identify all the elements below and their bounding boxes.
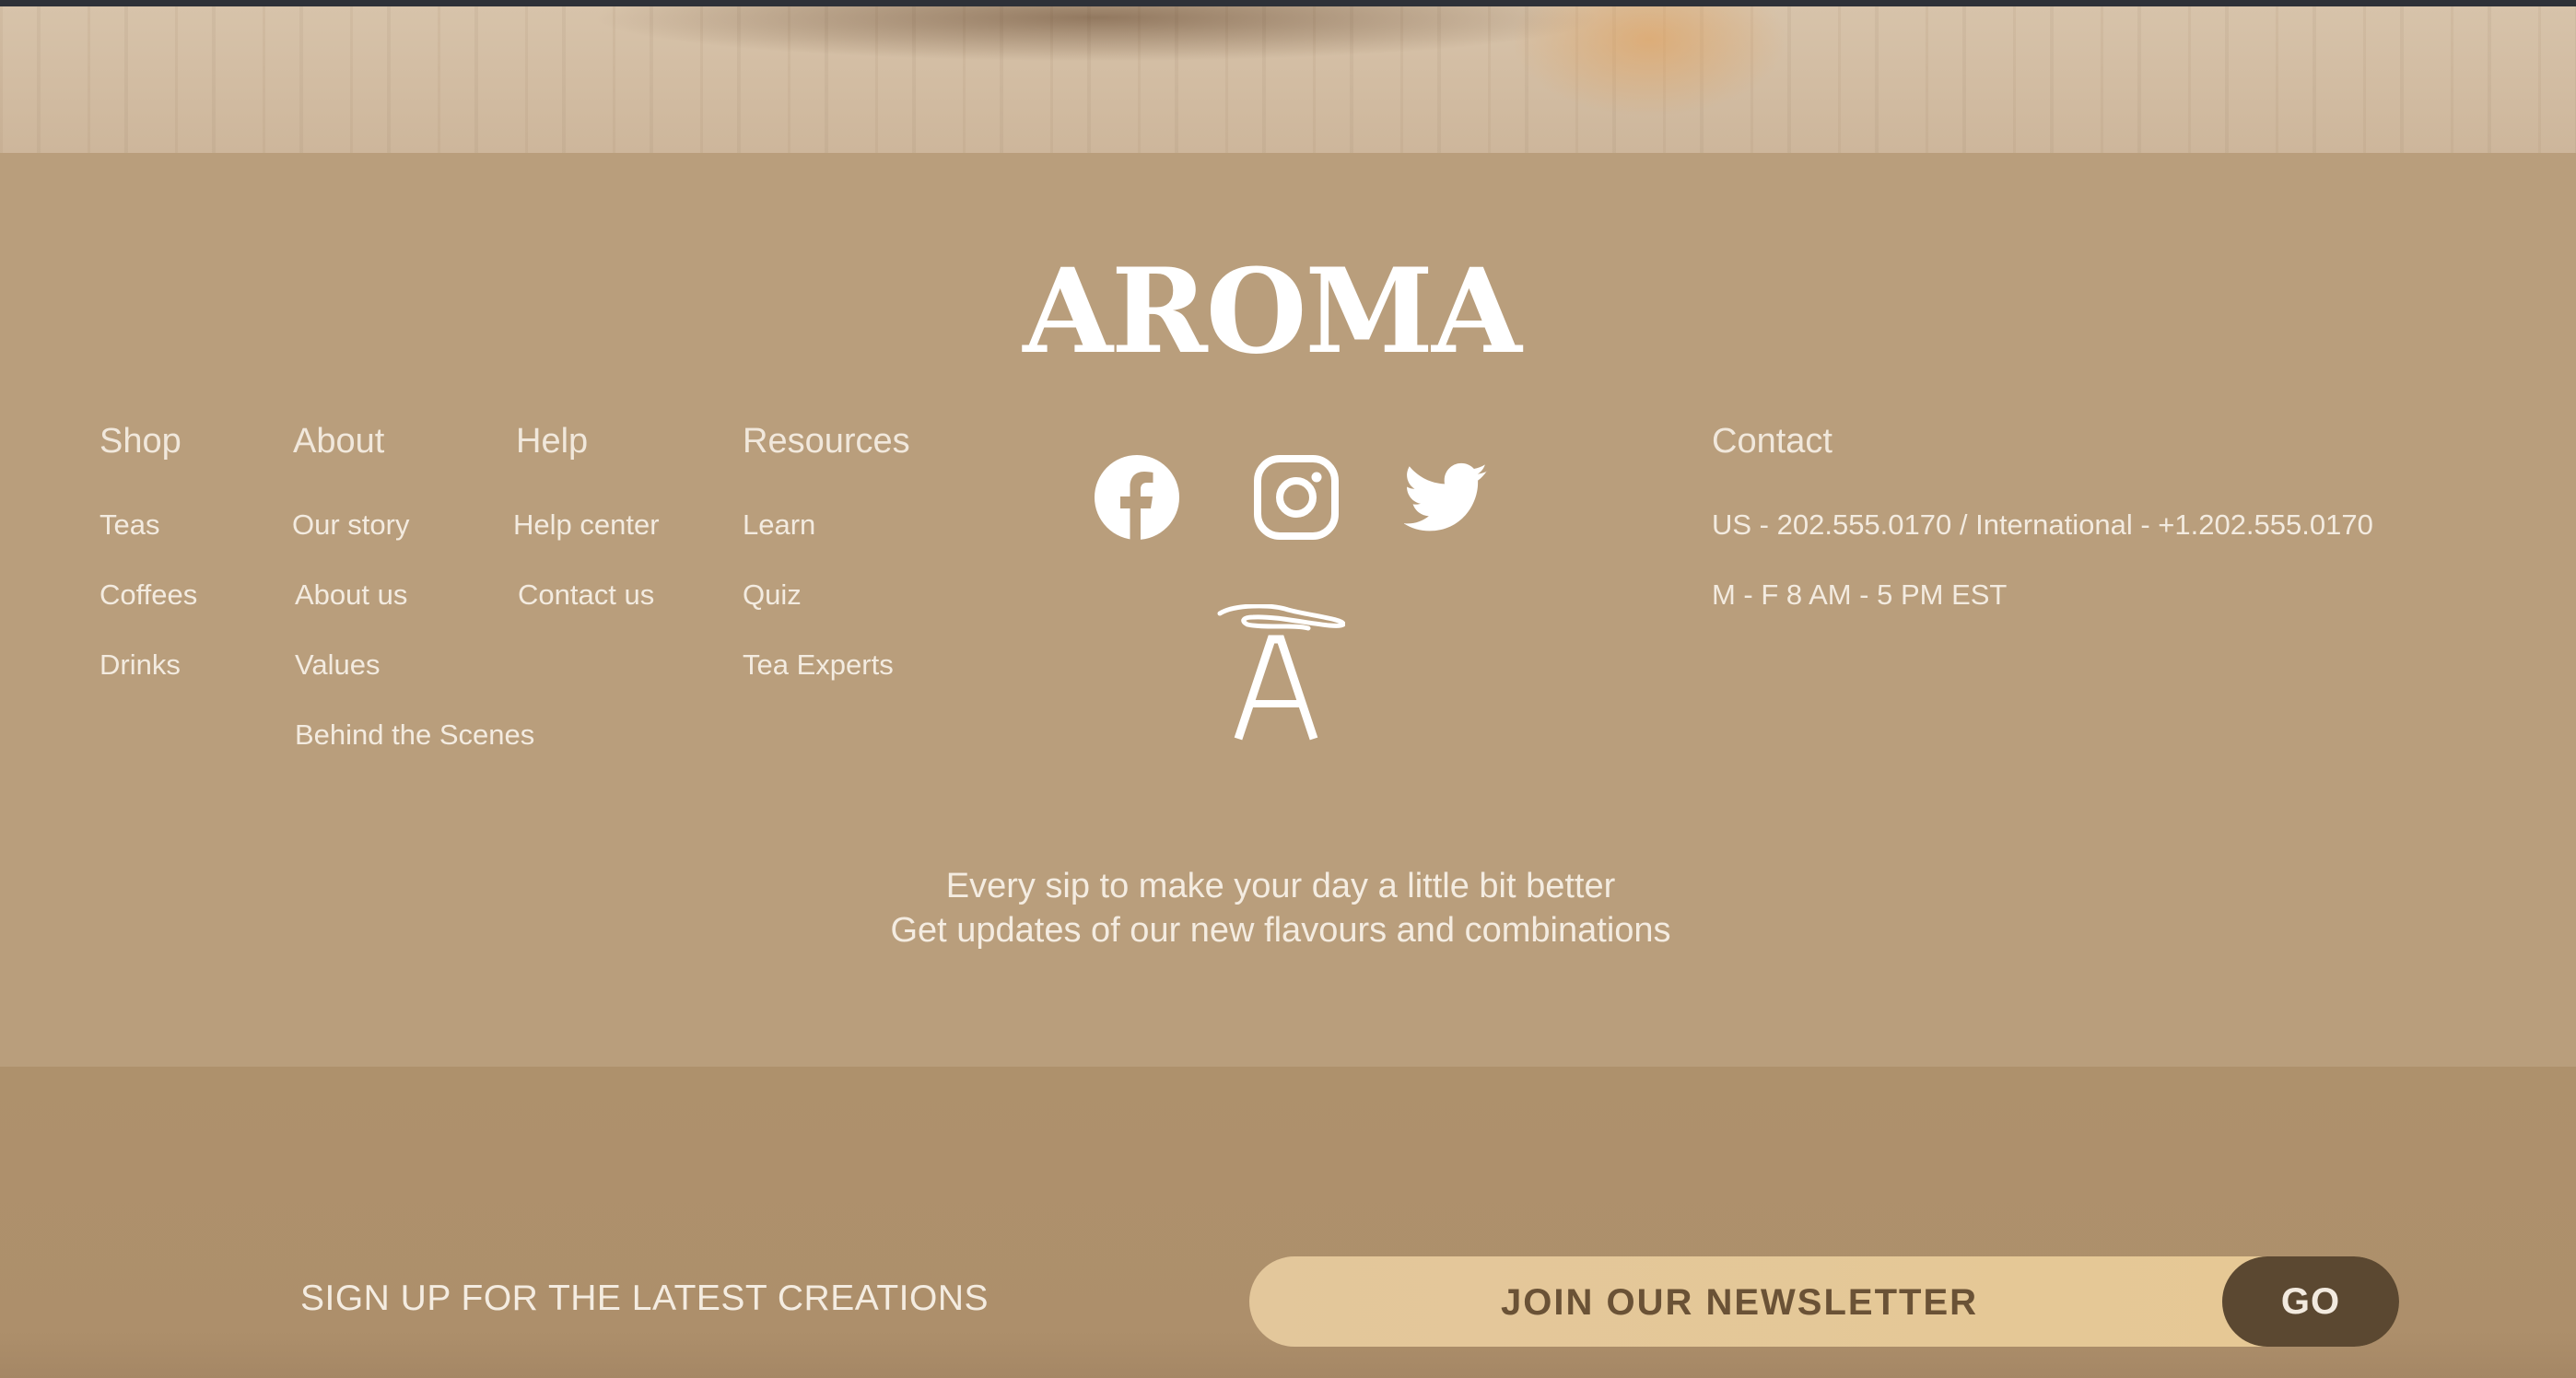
footer-column-title-help: Help: [516, 422, 589, 461]
footer-link-behind-the-scenes[interactable]: Behind the Scenes: [295, 718, 534, 752]
facebook-icon[interactable]: [1095, 455, 1179, 540]
contact-phone: US - 202.555.0170 / International - +1.2…: [1712, 508, 2373, 541]
footer-link-help-center[interactable]: Help center: [513, 508, 660, 542]
footer-column-title-contact: Contact: [1712, 422, 1832, 461]
footer-link-about-us[interactable]: About us: [295, 578, 407, 612]
tagline-line-1: Every sip to make your day a little bit …: [945, 867, 1616, 905]
footer-link-our-story[interactable]: Our story: [292, 508, 409, 542]
contact-hours: M - F 8 AM - 5 PM EST: [1712, 578, 2008, 611]
footer-tagline: Every sip to make your day a little bit …: [737, 864, 1824, 952]
footer-link-contact-us[interactable]: Contact us: [518, 578, 654, 612]
newsletter-email-input[interactable]: [1249, 1256, 2230, 1349]
hero-image-shadow: [590, 6, 1603, 62]
facebook-icon-graphic: [1095, 455, 1179, 540]
newsletter-signup-label: SIGN UP FOR THE LATEST CREATIONS: [300, 1279, 989, 1318]
aroma-monogram-icon: [1207, 603, 1346, 752]
footer-column-title-about: About: [293, 422, 385, 461]
newsletter-go-button[interactable]: GO: [2222, 1256, 2399, 1347]
footer-link-coffees[interactable]: Coffees: [100, 578, 197, 612]
hero-image-wood-table: [0, 6, 2576, 153]
hero-image-highlight: [1511, 6, 1787, 117]
footer-link-learn[interactable]: Learn: [743, 508, 815, 542]
twitter-icon-graphic: [1404, 462, 1488, 531]
top-edge-bar: [0, 0, 2576, 6]
twitter-icon[interactable]: [1404, 455, 1489, 540]
footer-link-values[interactable]: Values: [295, 648, 381, 682]
footer-link-drinks[interactable]: Drinks: [100, 648, 181, 682]
instagram-icon-graphic: [1254, 455, 1339, 540]
tagline-line-2: Get updates of our new flavours and comb…: [890, 911, 1671, 950]
footer-column-title-shop: Shop: [100, 422, 181, 461]
footer-column-title-resources: Resources: [743, 422, 910, 461]
footer-link-tea-experts[interactable]: Tea Experts: [743, 648, 894, 682]
instagram-icon[interactable]: [1254, 455, 1339, 540]
footer-link-teas[interactable]: Teas: [100, 508, 159, 542]
footer-link-quiz[interactable]: Quiz: [743, 578, 802, 612]
footer-brand-logo[interactable]: AROMA: [1013, 247, 1529, 376]
